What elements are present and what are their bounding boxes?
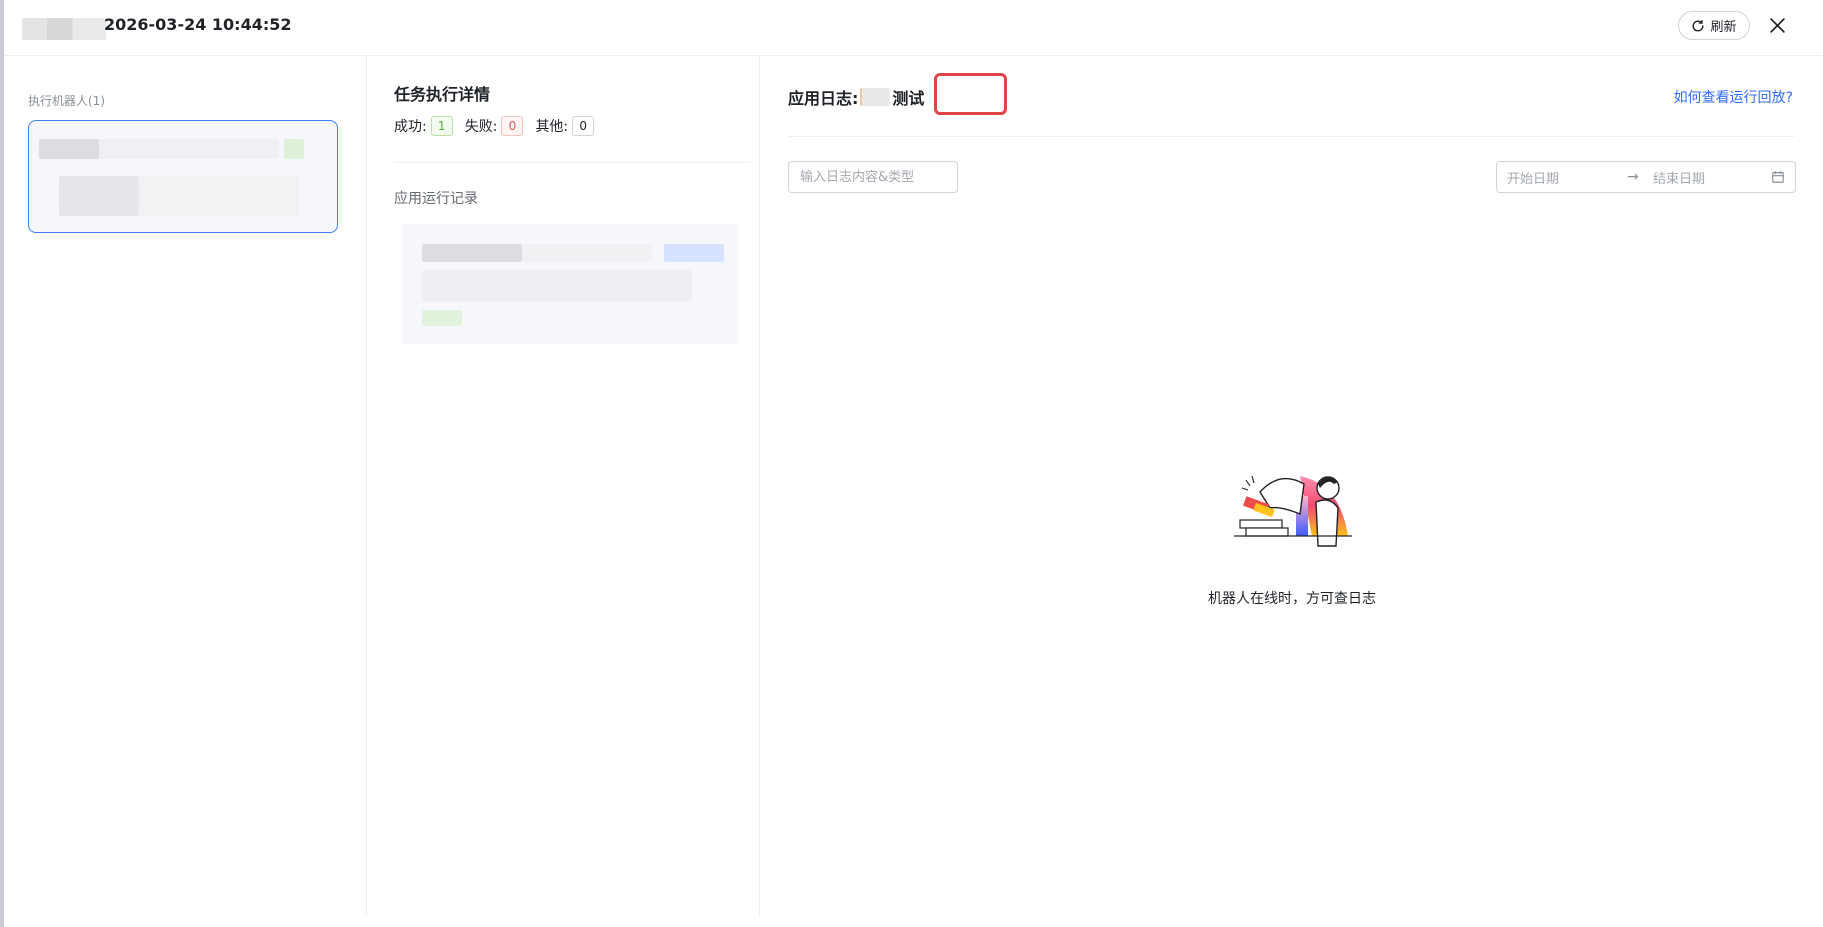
date-separator: → <box>1627 169 1639 185</box>
app-log-panel: 应用日志: 测试 如何查看运行回放? 开始日期 → 结束日期 <box>761 56 1823 916</box>
run-records-label: 应用运行记录 <box>394 191 478 207</box>
stat-fail-label: 失败: <box>464 119 498 135</box>
divider <box>788 136 1794 137</box>
calendar-icon <box>1772 171 1784 183</box>
app-log-title-suffix: 测试 <box>892 89 925 108</box>
empty-state: 机器人在线时，方可查日志 <box>761 466 1823 608</box>
empty-state-message: 机器人在线时，方可查日志 <box>1208 591 1376 607</box>
empty-illustration-icon <box>1234 475 1352 547</box>
playback-help-link[interactable]: 如何查看运行回放? <box>1674 87 1793 107</box>
stat-fail: 失败: 0 <box>465 116 524 136</box>
stat-other-label: 其他: <box>535 119 569 135</box>
redacted-content <box>522 244 652 262</box>
stat-success: 成功: 1 <box>394 116 453 136</box>
robot-panel: 执行机器人(1) <box>4 56 367 916</box>
log-search-input[interactable] <box>788 161 958 193</box>
redacted-status <box>664 244 724 262</box>
refresh-button-label: 刷新 <box>1710 20 1737 35</box>
task-stats: 成功: 1 失败: 0 其他: 0 <box>394 116 595 136</box>
refresh-icon <box>1693 19 1704 31</box>
divider <box>394 162 750 163</box>
redacted-app-name <box>860 88 891 106</box>
redacted-content <box>422 270 692 302</box>
date-end-input[interactable]: 结束日期 <box>1653 168 1771 187</box>
stat-other-badge: 0 <box>572 116 595 136</box>
redacted-status <box>422 310 462 326</box>
task-detail-panel: 任务执行详情 成功: 1 失败: 0 其他: 0 应用运行记录 <box>368 56 760 916</box>
app-log-title: 应用日志: 测试 <box>788 85 924 109</box>
close-button[interactable] <box>1764 12 1790 38</box>
header-datetime: 2026-03-24 10:44:52 <box>104 15 292 34</box>
redacted-content <box>422 244 522 262</box>
app-log-title-prefix: 应用日志: <box>788 89 859 108</box>
redacted-task-name <box>22 18 106 40</box>
stat-other: 其他: 0 <box>535 116 595 136</box>
date-range-picker[interactable]: 开始日期 → 结束日期 <box>1496 161 1796 193</box>
redacted-status <box>284 139 304 159</box>
redacted-content <box>139 176 299 216</box>
run-record-item[interactable] <box>402 224 738 344</box>
redacted-content <box>99 139 279 159</box>
task-detail-drawer: 2026-03-24 10:44:52 刷新 执行机器人(1) 任务执行详情 成… <box>0 0 1823 927</box>
redacted-content <box>59 176 139 216</box>
highlight-annotation <box>934 73 1007 115</box>
refresh-button[interactable]: 刷新 <box>1678 11 1750 40</box>
drawer-header: 2026-03-24 10:44:52 刷新 <box>4 0 1823 56</box>
robot-list-label: 执行机器人(1) <box>28 94 105 108</box>
stat-success-label: 成功: <box>394 119 427 135</box>
redacted-content <box>39 139 99 159</box>
stat-fail-badge: 0 <box>501 116 524 136</box>
robot-card-selected[interactable] <box>28 120 338 233</box>
close-icon <box>1769 17 1785 33</box>
stat-success-badge: 1 <box>430 116 453 136</box>
date-start-input[interactable]: 开始日期 <box>1507 168 1627 187</box>
task-detail-title: 任务执行详情 <box>394 85 491 104</box>
